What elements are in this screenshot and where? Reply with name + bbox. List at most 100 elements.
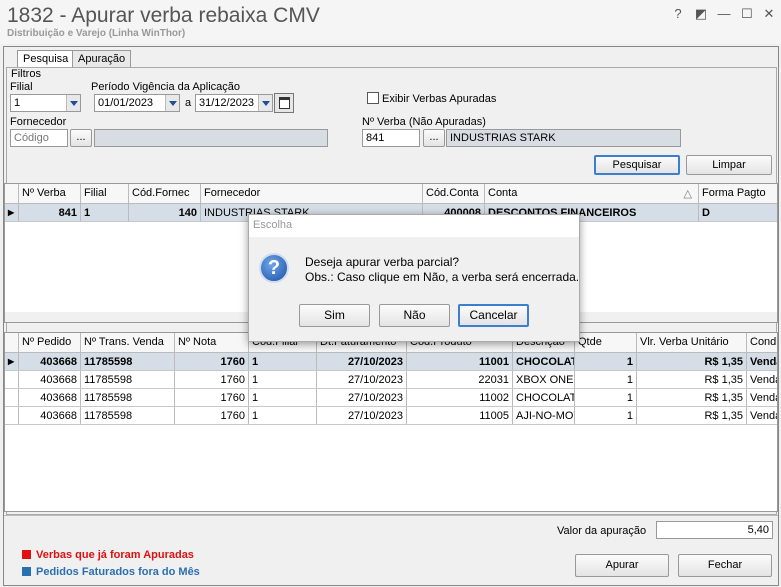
cell: 11785598 bbox=[81, 407, 175, 424]
grid-indicator-header bbox=[5, 184, 19, 203]
verba-label: Nº Verba (Não Apuradas) bbox=[362, 116, 486, 128]
valor-field: 5,40 bbox=[656, 521, 773, 539]
cell: 1 bbox=[575, 389, 637, 406]
dialog-title: Escolha bbox=[249, 215, 579, 237]
col-header[interactable]: Fornecedor bbox=[201, 184, 423, 203]
cell: 11002 bbox=[407, 389, 513, 406]
fornecedor-name-field bbox=[94, 129, 328, 147]
cell: 1760 bbox=[175, 371, 249, 388]
col-header[interactable]: Nº Verba bbox=[19, 184, 81, 203]
fornecedor-lookup-button[interactable]: ... bbox=[70, 129, 92, 147]
table-row[interactable]: 403668 11785598 1760 1 27/10/2023 11005 AJI-NO… bbox=[5, 407, 777, 425]
cell: 27/10/2023 bbox=[317, 371, 407, 388]
help-button[interactable]: ? bbox=[669, 6, 687, 24]
legend-blue-swatch bbox=[22, 567, 31, 576]
escolha-dialog: Escolha ? Deseja apurar verba parcial? O… bbox=[248, 214, 580, 342]
sim-button[interactable]: Sim bbox=[299, 304, 370, 327]
cell: 27/10/2023 bbox=[317, 353, 407, 370]
row-indicator bbox=[5, 389, 19, 406]
pedidos-grid: Nº Pedido Nº Trans. Venda Nº Nota Cód.Fi… bbox=[4, 332, 778, 512]
calendar-icon[interactable] bbox=[274, 93, 294, 113]
filial-select[interactable]: 1 bbox=[10, 94, 81, 112]
tab-apuracao[interactable]: Apuração bbox=[72, 50, 132, 67]
filial-label: Filial bbox=[10, 81, 33, 93]
verba-input[interactable]: 841 bbox=[362, 129, 420, 147]
cancelar-button[interactable]: Cancelar bbox=[458, 304, 529, 327]
limpar-button[interactable]: Limpar bbox=[686, 155, 772, 175]
date-from-field[interactable]: 01/01/2023 bbox=[94, 94, 180, 112]
maximize-button[interactable]: ☐ bbox=[738, 6, 756, 24]
filial-value: 1 bbox=[14, 97, 21, 109]
chevron-down-icon[interactable] bbox=[165, 95, 179, 111]
cell: CHOCOLAT bbox=[513, 353, 575, 370]
col-header[interactable]: Filial bbox=[81, 184, 129, 203]
cell: CHOCOLATE bbox=[513, 389, 575, 406]
col-header[interactable]: Condição bbox=[747, 333, 777, 352]
row-indicator bbox=[5, 371, 19, 388]
cell: 403668 bbox=[19, 389, 81, 406]
col-header[interactable]: Cód.Conta bbox=[423, 184, 485, 203]
col-header[interactable]: Nº Nota bbox=[175, 333, 249, 352]
cell: 1 bbox=[575, 407, 637, 424]
conta-header-label: Conta bbox=[488, 187, 518, 199]
cell: 27/10/2023 bbox=[317, 407, 407, 424]
pesquisar-button[interactable]: Pesquisar bbox=[594, 155, 680, 175]
cell: R$ 1,35 bbox=[637, 371, 747, 388]
minimize-button[interactable]: — bbox=[715, 6, 733, 24]
col-header[interactable]: Nº Pedido bbox=[19, 333, 81, 352]
fornecedor-label: Fornecedor bbox=[10, 116, 67, 128]
cell: AJI-NO-MOT bbox=[513, 407, 575, 424]
cell: 11785598 bbox=[81, 353, 175, 370]
cell: R$ 1,35 bbox=[637, 353, 747, 370]
cell: Venda bbox=[747, 407, 777, 424]
filters-group-label: Filtros bbox=[11, 68, 41, 80]
periodo-label: Período Vigência da Aplicação bbox=[91, 81, 241, 93]
verbas-grid-header: Nº Verba Filial Cód.Fornec Fornecedor Có… bbox=[5, 184, 777, 204]
table-row[interactable]: 403668 11785598 1760 1 27/10/2023 22031 XBOX O… bbox=[5, 371, 777, 389]
cell: Venda bbox=[747, 389, 777, 406]
cell: 1 bbox=[81, 204, 129, 221]
window-subtitle: Distribuição e Varejo (Linha WinThor) bbox=[7, 28, 186, 39]
verba-lookup-button[interactable]: ... bbox=[423, 129, 445, 147]
row-indicator bbox=[5, 407, 19, 424]
cell: 1 bbox=[575, 353, 637, 370]
cell: 22031 bbox=[407, 371, 513, 388]
cell: 1 bbox=[249, 389, 317, 406]
col-header[interactable]: Cód.Fornec bbox=[129, 184, 201, 203]
cell: R$ 1,35 bbox=[637, 389, 747, 406]
chevron-down-icon[interactable] bbox=[258, 95, 272, 111]
cell: 11005 bbox=[407, 407, 513, 424]
sort-arrow-icon: △ bbox=[683, 188, 692, 200]
nao-button[interactable]: Não bbox=[379, 304, 450, 327]
chevron-down-icon[interactable] bbox=[66, 95, 80, 111]
table-row[interactable]: 403668 11785598 1760 1 27/10/2023 11002 CHOCOL… bbox=[5, 389, 777, 407]
restore-icon[interactable]: ◩ bbox=[692, 6, 710, 24]
close-button[interactable]: ✕ bbox=[760, 6, 778, 24]
col-header[interactable]: Forma Pagto bbox=[699, 184, 777, 203]
fornecedor-code-input[interactable]: Código bbox=[10, 129, 68, 147]
col-header[interactable]: Qtde bbox=[575, 333, 637, 352]
cell: 1 bbox=[575, 371, 637, 388]
cell: 1760 bbox=[175, 407, 249, 424]
table-row[interactable]: ▶ 403668 11785598 1760 1 27/10/2023 11001 CHOCO… bbox=[5, 353, 777, 371]
window-title: 1832 - Apurar verba rebaixa CMV bbox=[7, 4, 320, 27]
apurar-button[interactable]: Apurar bbox=[575, 554, 669, 577]
col-header[interactable]: Vlr. Verba Unitário bbox=[637, 333, 747, 352]
legend-red-swatch bbox=[22, 550, 31, 559]
tab-pesquisa[interactable]: Pesquisa bbox=[17, 50, 75, 68]
row-indicator-icon: ▶ bbox=[5, 204, 19, 221]
col-header[interactable]: Conta △ bbox=[485, 184, 699, 203]
footer-divider bbox=[4, 515, 778, 516]
date-separator: a bbox=[185, 97, 192, 109]
question-icon: ? bbox=[259, 253, 289, 283]
fornecedor-placeholder: Código bbox=[14, 132, 49, 144]
fechar-button[interactable]: Fechar bbox=[678, 554, 772, 577]
cell: 1760 bbox=[175, 389, 249, 406]
exibir-label: Exibir Verbas Apuradas bbox=[382, 93, 497, 105]
col-header[interactable]: Nº Trans. Venda bbox=[81, 333, 175, 352]
cell: 403668 bbox=[19, 353, 81, 370]
exibir-checkbox[interactable] bbox=[367, 92, 379, 104]
valor-label: Valor da apuração bbox=[557, 525, 647, 537]
cell: 27/10/2023 bbox=[317, 389, 407, 406]
date-to-field[interactable]: 31/12/2023 bbox=[195, 94, 273, 112]
